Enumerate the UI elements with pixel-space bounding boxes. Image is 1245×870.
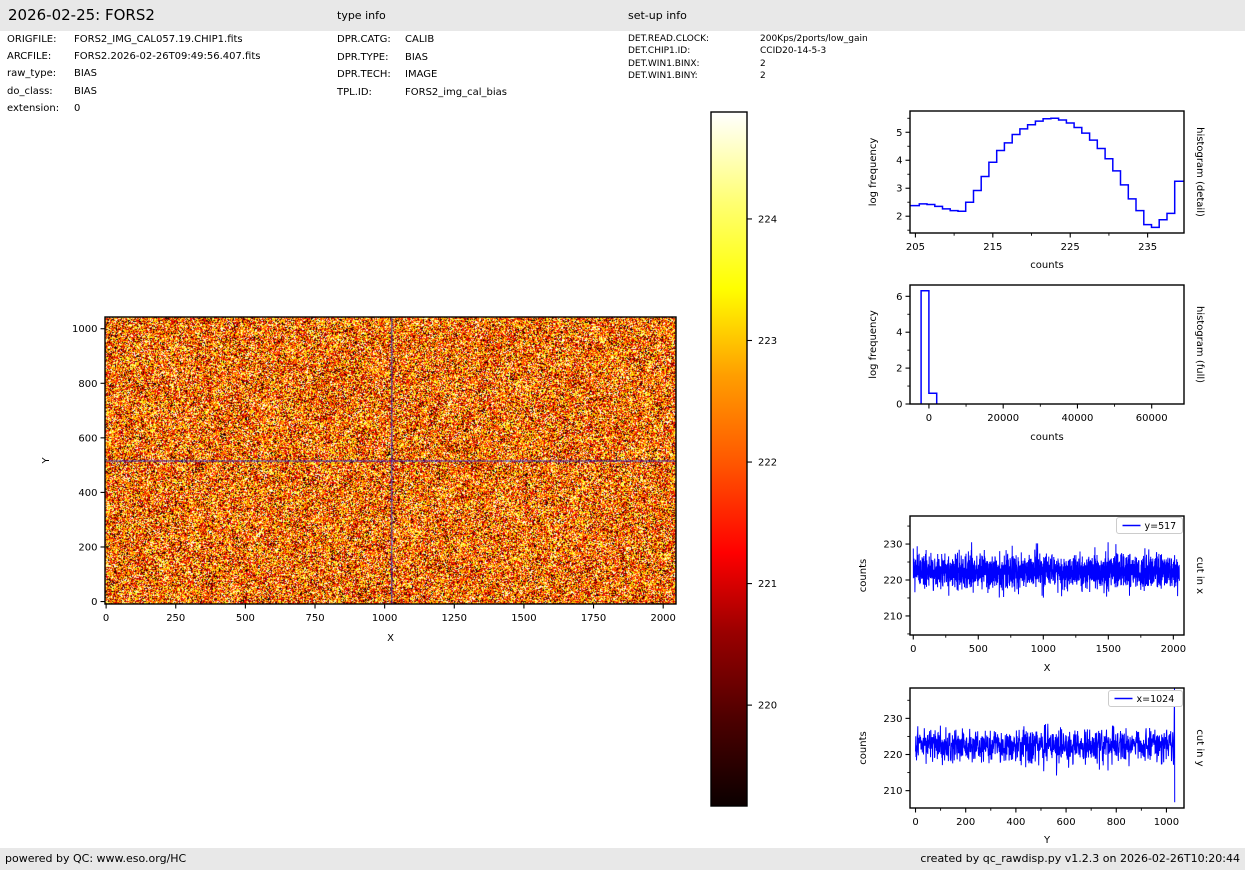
y-axis-label: log frequency	[868, 138, 879, 207]
footer-bar: powered by QC: www.eso.org/HC created by…	[0, 848, 1245, 870]
y-axis-label: log frequency	[868, 310, 879, 379]
histogram_detail-axes: 205 215 225 235 2 3 4 5 counts log frequency histo…	[868, 110, 1205, 271]
cut_in_x-legend: y=517	[1116, 517, 1183, 534]
y-tick-label: 5	[896, 128, 902, 139]
y-tick-label: 4	[896, 328, 902, 339]
y-tick-label: 2	[896, 212, 902, 223]
x-axis-label: counts	[1030, 432, 1063, 443]
x-tick-label: 0	[103, 613, 109, 624]
x-tick-label: 1000	[372, 613, 397, 624]
x-axis-label: counts	[1030, 260, 1063, 271]
x-tick-label: 800	[1107, 817, 1126, 828]
x-tick-label: 1250	[442, 613, 467, 624]
x-tick-label: 600	[1057, 817, 1076, 828]
colorbar: 220 221 222 223 224	[710, 111, 777, 807]
x-tick-label: 200	[956, 817, 975, 828]
x-tick-label: 1500	[511, 613, 536, 624]
x-tick-label: 500	[969, 644, 988, 655]
y-axis-label: Y	[41, 457, 52, 465]
histogram_detail-series-line	[910, 117, 1184, 229]
histogram_full-axes: 0 20000 40000 60000 0 2 4 6 counts log frequency h…	[868, 284, 1205, 443]
y-tick-label: 1000	[72, 324, 97, 335]
x-tick-label: 400	[1006, 817, 1025, 828]
x-tick-label: 1750	[581, 613, 606, 624]
y-tick-label: 210	[883, 786, 902, 797]
x-axis-label: X	[387, 633, 394, 644]
cut_in_y-legend: x=1024	[1108, 690, 1183, 707]
x-tick-label: 40000	[1062, 413, 1094, 424]
y-tick-label: 2	[896, 364, 902, 375]
y-tick-label: 4	[896, 156, 902, 167]
y-tick-label: 800	[78, 379, 97, 390]
y-tick-label: 0	[91, 597, 97, 608]
x-tick-label: 1000	[1154, 817, 1179, 828]
y-axis-label: counts	[858, 731, 869, 764]
side-label: histogram (full)	[1194, 306, 1205, 383]
footer-right-text: created by qc_rawdisp.py v1.2.3 on 2026-…	[920, 852, 1240, 865]
colorbar-tick-label: 222	[758, 458, 777, 469]
x-tick-label: 215	[983, 242, 1002, 253]
cut_in_y-axes: 0 200 400 600 800 1000 210 220 230 Ycounts cut in …	[858, 687, 1205, 846]
x-axis-label: X	[1044, 663, 1051, 674]
y-tick-label: 400	[78, 488, 97, 499]
x-tick-label: 500	[236, 613, 255, 624]
cut_in_x-series-line	[912, 542, 1180, 598]
side-label: cut in y	[1194, 729, 1205, 766]
colorbar-tick-label: 221	[758, 579, 777, 590]
x-tick-label: 2000	[650, 613, 675, 624]
x-tick-label: 225	[1061, 242, 1080, 253]
footer-left-text: powered by QC: www.eso.org/HC	[5, 852, 187, 865]
x-tick-label: 0	[910, 644, 916, 655]
bias_image-axes: 0 250 500 750 1000 1250 1500 1750 2000 0 200 400 600…	[41, 316, 677, 644]
axes-box	[909, 284, 1185, 405]
colorbar-tick-label: 223	[758, 336, 777, 347]
x-tick-label: 0	[926, 413, 932, 424]
y-tick-label: 0	[896, 400, 902, 411]
y-tick-label: 230	[883, 540, 902, 551]
x-tick-label: 20000	[987, 413, 1019, 424]
x-tick-label: 1500	[1096, 644, 1121, 655]
y-tick-label: 6	[896, 292, 902, 303]
y-tick-label: 210	[883, 611, 902, 622]
colorbar-tick-label: 224	[758, 214, 777, 225]
y-tick-label: 220	[883, 750, 902, 761]
x-tick-label: 1000	[1031, 644, 1056, 655]
axes-box	[104, 316, 677, 605]
x-tick-label: 60000	[1136, 413, 1168, 424]
figure-plots-svg: 0 250 500 750 1000 1250 1500 1750 20000200400600…	[41, 110, 1205, 846]
y-tick-label: 200	[78, 542, 97, 553]
x-tick-label: 205	[906, 242, 925, 253]
y-tick-label: 600	[78, 433, 97, 444]
axes-box	[909, 110, 1185, 234]
side-label: histogram (detail)	[1194, 127, 1205, 217]
cut_in_x-axes: 0 500 1000 1500 2000 210 220 230 Xcounts cut in x	[858, 515, 1205, 674]
x-tick-label: 2000	[1161, 644, 1186, 655]
y-tick-label: 3	[896, 184, 902, 195]
histogram_full-series-line	[920, 289, 938, 404]
x-tick-label: 235	[1138, 242, 1157, 253]
legend-label: x=1024	[1137, 694, 1175, 705]
colorbar-tick-label: 220	[758, 701, 777, 712]
x-tick-label: 750	[305, 613, 324, 624]
x-tick-label: 0	[912, 817, 918, 828]
x-axis-label: Y	[1043, 835, 1051, 846]
colorbar-gradient	[711, 112, 747, 806]
legend-label: y=517	[1145, 521, 1177, 532]
x-tick-label: 250	[166, 613, 185, 624]
y-tick-label: 220	[883, 575, 902, 586]
y-tick-label: 230	[883, 714, 902, 725]
y-axis-label: counts	[858, 559, 869, 592]
side-label: cut in x	[1194, 557, 1205, 594]
